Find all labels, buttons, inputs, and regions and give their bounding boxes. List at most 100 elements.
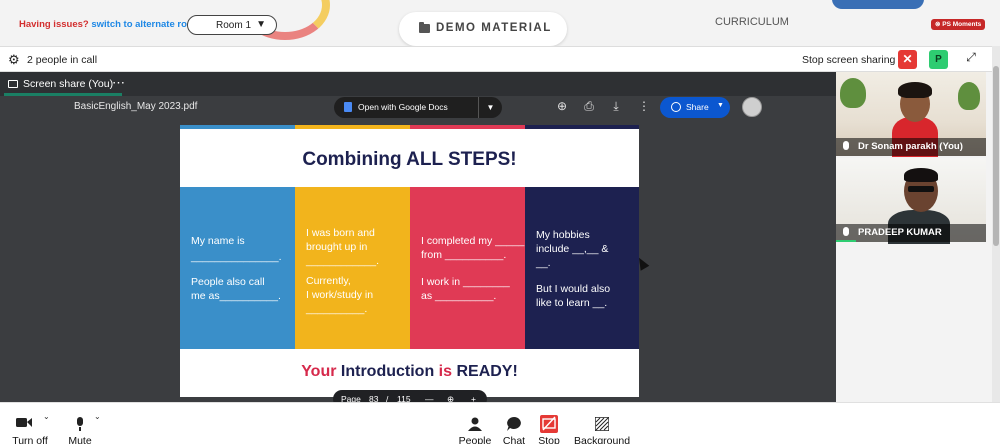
more-options-icon[interactable]: ⋯ (112, 75, 125, 91)
monitor-icon (8, 80, 18, 88)
open-with-dropdown[interactable]: ▼ (478, 97, 502, 118)
slide: Combining ALL STEPS! My name is ________… (180, 125, 639, 397)
slide-column-name: My name is _______________. People also … (180, 187, 295, 349)
video-tile-remote[interactable]: PRADEEP KUMAR (836, 158, 986, 244)
room-select[interactable]: Room 1 ▼ (187, 15, 277, 35)
issues-text: Having issues? (19, 19, 89, 30)
chat-icon (507, 417, 521, 431)
participant-name-bar: Dr Sonam parakh (You) (836, 138, 986, 156)
glasses (908, 186, 934, 192)
print-icon[interactable]: ⎙ (581, 99, 597, 114)
folder-icon (419, 22, 430, 33)
plant (958, 82, 980, 110)
slide-line: I completed my _____ (421, 235, 525, 247)
gear-icon[interactable]: ⚙ (8, 52, 20, 68)
slide-line: I was born and (306, 227, 375, 239)
participant-name-bar: PRADEEP KUMAR (836, 224, 986, 242)
turn-off-label: Turn off (12, 435, 48, 444)
screen-share-tab[interactable]: Screen share (You) ⋯ (0, 72, 836, 96)
add-to-drive-icon[interactable]: ⊕ (554, 99, 570, 113)
slide-line: My name is (191, 235, 245, 247)
participant-name: PRADEEP KUMAR (858, 227, 942, 238)
share-label: Share (686, 102, 709, 112)
color-strip (180, 125, 295, 129)
footer-ready: READY! (456, 363, 518, 380)
person-hair (898, 82, 932, 98)
share-dropdown-icon: ▼ (717, 102, 724, 109)
bottom-toolbar: Turn off ⌄ Mute ⌄ People Chat Stop Backg… (0, 402, 1000, 444)
scrollbar[interactable] (992, 46, 1000, 402)
ps-moments-badge[interactable]: ⊗ PS Moments (931, 19, 986, 30)
slide-line: _______________. (191, 251, 282, 263)
pdf-filename: BasicEnglish_May 2023.pdf (74, 101, 198, 112)
slide-line: me as__________. (191, 290, 281, 302)
demo-material-label: DEMO MATERIAL (436, 22, 552, 34)
footer-introduction: Introduction (340, 363, 435, 380)
microphone-icon (843, 141, 849, 150)
microphone-icon (77, 417, 83, 431)
brand-logo (832, 0, 924, 9)
slide-line: I work in ________ (421, 276, 510, 288)
demo-material-button[interactable]: DEMO MATERIAL (399, 12, 567, 46)
ps-moments-label: PS Moments (942, 21, 982, 28)
camera-icon (16, 418, 32, 427)
people-icon (468, 417, 482, 431)
dropdown-arrow-icon: ▼ (256, 19, 266, 30)
slide-line: as __________. (421, 290, 497, 302)
color-strip (295, 125, 410, 129)
screen-share-tab-label: Screen share (You) (23, 78, 114, 90)
room-select-value: Room 1 (216, 20, 252, 31)
stop-label: Stop (538, 435, 560, 444)
person-hair (904, 168, 938, 182)
call-header: ⚙ 2 people in call Stop screen sharing ✕… (0, 46, 1000, 72)
slide-line: But I would also (536, 283, 611, 295)
video-tile-self[interactable]: Dr Sonam parakh (You) (836, 72, 986, 157)
slide-line: My hobbies (536, 229, 590, 241)
slide-column-origin: I was born and brought up in ___________… (295, 187, 410, 349)
slide-line: I work/study in (306, 289, 374, 301)
slide-footer: Your Introduction is READY! (180, 363, 639, 381)
scrollbar-thumb[interactable] (993, 66, 999, 246)
stop-share-icon (540, 415, 558, 433)
slide-line: include __,__ & (536, 243, 609, 255)
participant-badge[interactable]: P (929, 50, 948, 69)
slide-line: from __________. (421, 249, 507, 261)
slide-line: like to learn __. (536, 297, 608, 309)
mute-label: Mute (68, 435, 92, 444)
slide-line: ____________. (306, 255, 379, 267)
chevron-down-icon[interactable]: ⌄ (43, 412, 50, 421)
kebab-menu-icon[interactable]: ⋮ (636, 99, 652, 113)
slide-column-education: I completed my _____ from __________. I … (410, 187, 525, 349)
slide-line: brought up in (306, 241, 368, 253)
account-avatar[interactable] (742, 97, 762, 117)
curriculum-tab[interactable]: CURRICULUM (715, 16, 789, 28)
chat-label: Chat (502, 435, 526, 444)
chevron-down-icon[interactable]: ⌄ (94, 412, 101, 421)
switch-room-link[interactable]: switch to alternate room (91, 19, 201, 30)
participant-name: Dr Sonam parakh (You) (858, 141, 963, 152)
stop-sharing-button[interactable]: ✕ (898, 50, 917, 69)
background-icon (595, 417, 609, 431)
slide-line: __. (536, 257, 551, 269)
people-in-call-text: 2 people in call (27, 54, 98, 66)
microphone-icon (843, 227, 849, 236)
slide-line: People also call (191, 276, 265, 288)
slide-column-hobbies: My hobbies include __,__ & __. But I wou… (525, 187, 639, 349)
pdf-toolbar: BasicEnglish_May 2023.pdf Open with Goog… (74, 96, 774, 120)
color-strip (525, 125, 639, 129)
slide-line: __________. (306, 303, 368, 315)
background-label: Background (574, 435, 631, 444)
slide-line: Currently, (306, 275, 351, 287)
globe-icon (671, 102, 681, 112)
share-button[interactable]: Share ▼ (660, 97, 730, 118)
open-with-label: Open with Google Docs (358, 102, 448, 112)
color-strip (410, 125, 525, 129)
open-with-google-docs-button[interactable]: Open with Google Docs (334, 97, 478, 118)
footer-is: is (438, 363, 453, 380)
stop-screen-sharing-label: Stop screen sharing (802, 54, 896, 66)
people-label: People (458, 435, 492, 444)
plant (840, 78, 866, 108)
download-icon[interactable]: ⤓ (608, 99, 624, 114)
google-docs-icon (344, 102, 352, 112)
expand-icon[interactable]: ⤢ (962, 50, 980, 68)
